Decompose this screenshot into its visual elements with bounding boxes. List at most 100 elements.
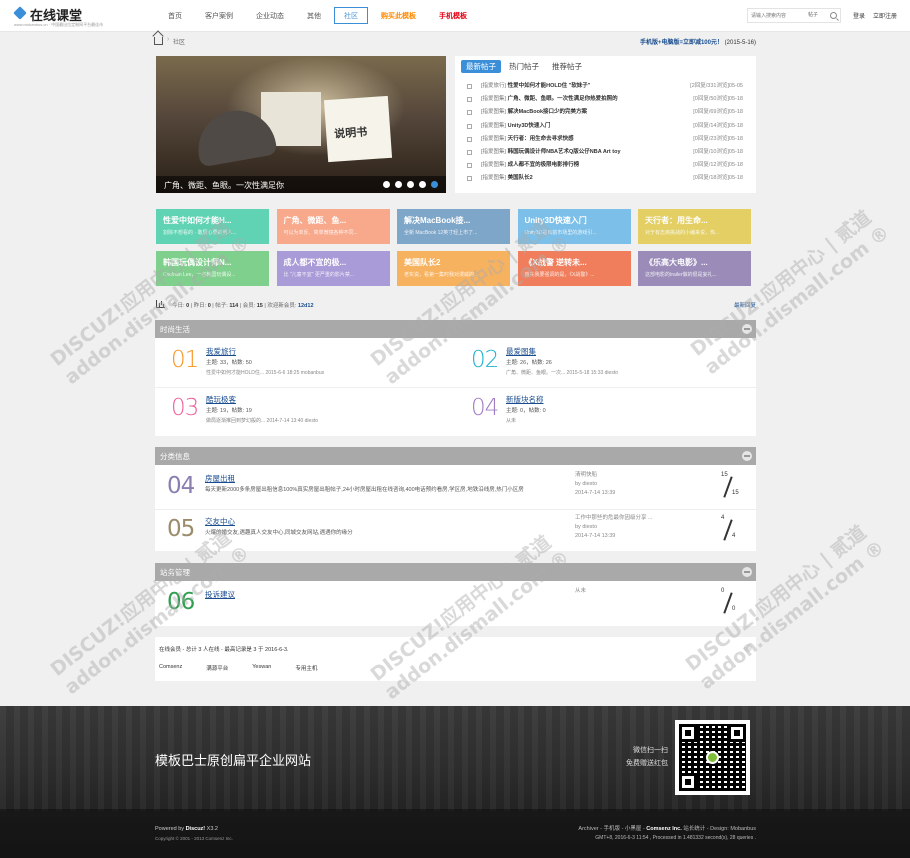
- forum-name-link[interactable]: 新版块名称: [506, 394, 544, 405]
- nav-community[interactable]: 社区: [334, 7, 368, 24]
- post-title[interactable]: [指爱图集] 美国队长2: [481, 172, 533, 185]
- forum-row[interactable]: 04 房屋出租 每天更新2000多条房屋出租信息100%真实房屋出租帖子,24小时房…: [155, 467, 756, 509]
- search-input[interactable]: [748, 9, 806, 22]
- forum-name-link[interactable]: 房屋出租: [205, 473, 235, 484]
- collapse-icon[interactable]: [742, 567, 752, 577]
- featured-tile[interactable]: 天行者：用生命... 对于有志疾挑战的小编来说，热...: [638, 209, 751, 244]
- section-title[interactable]: 分类信息: [160, 451, 190, 462]
- slide-dot-2[interactable]: [395, 181, 402, 188]
- section-title[interactable]: 时尚生活: [160, 324, 190, 335]
- tab-recommended-posts[interactable]: 推荐帖子: [547, 60, 587, 73]
- forum-item[interactable]: 04 新版块名称 主题: 0，帖数: 0 从未: [455, 386, 755, 436]
- featured-tile[interactable]: 性爱中如何才能H... 割除不想看的 · 敢厨心要的男人...: [156, 209, 269, 244]
- slide-dot-4[interactable]: [419, 181, 426, 188]
- online-member[interactable]: 满源平台: [206, 664, 228, 672]
- forum-item[interactable]: 01 我爱旅行 主题: 33，帖数: 50 性爱中如何才能HOLD住... 2015-…: [155, 338, 455, 388]
- featured-tile[interactable]: 韩国玩偶设计师N... Coolrain Lee，一名韩国玩偶设...: [156, 251, 269, 286]
- image-slider[interactable]: 说明书 广角、微距、鱼眼。一次性满足你: [156, 56, 446, 193]
- announcement-text[interactable]: 手机版+电脑版=立即减100元！: [640, 40, 723, 46]
- site-logo[interactable]: 在线课堂 www.mobanbus.cn · 中国最出位定制网平台最佳市: [13, 5, 154, 29]
- forum-name-link[interactable]: 交友中心: [205, 516, 235, 527]
- nav-news[interactable]: 企业动态: [246, 7, 294, 24]
- forum-last-post[interactable]: 从未: [575, 587, 586, 596]
- post-title[interactable]: [指爱图集] 解决MacBook接口少的完美方案: [481, 106, 587, 119]
- forum-last-post[interactable]: 清明快船 by diesto 2014-7-14 13:39: [575, 471, 615, 498]
- slide-dot-5[interactable]: [431, 181, 438, 188]
- forum-item[interactable]: 03 酷玩极客 主题: 19，帖数: 19 做局逐渐推回到梦幻般的... 2014-7…: [155, 386, 455, 436]
- forum-name-link[interactable]: 投诉建议: [205, 589, 235, 600]
- forum-last-post[interactable]: 做局逐渐推回到梦幻般的... 2014-7-14 13:40 diesto: [206, 417, 318, 424]
- forum-stats: 今日: 0 | 昨日: 0 | 帖子: 114 | 会员: 15 | 欢迎新会员…: [156, 300, 756, 310]
- online-member[interactable]: Yeswan: [252, 664, 271, 672]
- forum-last-post[interactable]: 从未: [506, 417, 516, 424]
- collapse-icon[interactable]: [744, 644, 752, 652]
- nav-mobile-template[interactable]: 手机模板: [429, 7, 477, 24]
- post-icon: [467, 84, 472, 89]
- post-stats: [2回复/331浏览]: [690, 83, 729, 89]
- announcement[interactable]: 手机版+电脑版=立即减100元！ (2015-5-16): [640, 37, 756, 46]
- register-link[interactable]: 立即注册: [873, 11, 897, 20]
- forum-last-post[interactable]: 广角、微距、鱼眼。一次... 2015-5-18 15:33 diesto: [506, 369, 618, 376]
- post-title[interactable]: [指爱图集] 成人都不宜的极限电影排行榜: [481, 159, 579, 172]
- tile-description: 全新 MacBook 12英寸轻上市了...: [404, 230, 478, 236]
- posts-tabs: 最新帖子 热门帖子 推荐帖子: [461, 60, 590, 74]
- tile-title: 性爱中如何才能H...: [163, 216, 232, 225]
- post-item[interactable]: [指爱图集] 解决MacBook接口少的完美方案 [0回复/69浏览] 05-18: [467, 106, 747, 119]
- post-item[interactable]: [指爱图集] 韩国玩偶设计师NBA艺术Q版公仔NBA Art toy [0回复/1…: [467, 146, 747, 159]
- tab-hot-posts[interactable]: 热门帖子: [504, 60, 544, 73]
- featured-tile[interactable]: 广角、微距、鱼... 可以为单反、简单微镜各种不同...: [276, 209, 390, 244]
- featured-tile[interactable]: 美国队长2 老实说，看第一集时我对漫威的...: [397, 251, 510, 286]
- post-title[interactable]: [指爱图集] Unity3D快速入门: [481, 120, 550, 133]
- nav-other[interactable]: 其他: [297, 7, 331, 24]
- footer-links[interactable]: Archiver - 手机版 - 小黑屋 - Comsenz Inc. 站长统计…: [578, 824, 756, 832]
- featured-tile[interactable]: 成人都不宜的极... 比 "儿童不宜" 更严重的影片禁...: [276, 251, 390, 286]
- post-item[interactable]: [指爱图集] 天行者：用生命去寻求快感 [0回复/23浏览] 05-18: [467, 133, 747, 146]
- post-title[interactable]: [指爱图集] 天行者：用生命去寻求快感: [481, 133, 574, 146]
- post-title[interactable]: [指爱图集] 广角、微距、鱼眼。一次性满足你热爱拍照的: [481, 93, 618, 106]
- login-link[interactable]: 登录: [853, 11, 865, 20]
- home-icon[interactable]: [154, 37, 163, 45]
- post-item[interactable]: [指爱旅行] 性爱中如何才能HOLD住 "软妹子" [2回复/331浏览] 05-0…: [467, 80, 747, 93]
- forum-name-link[interactable]: 我爱旅行: [206, 346, 236, 357]
- featured-tile[interactable]: 《乐高大电影》... 这部电影的trailer做的很是妄礼...: [638, 251, 751, 286]
- online-member[interactable]: Comsenz: [159, 664, 182, 672]
- post-item[interactable]: [指爱图集] 成人都不宜的极限电影排行榜 [0回复/12浏览] 05-18: [467, 159, 747, 172]
- forum-name-link[interactable]: 酷玩极客: [206, 394, 236, 405]
- nav-cases[interactable]: 客户案例: [195, 7, 243, 24]
- forum-name-link[interactable]: 最爱图集: [506, 346, 536, 357]
- forum-item[interactable]: 02 最爱图集 主题: 26，帖数: 26 广角、微距、鱼眼。一次... 2015-5…: [455, 338, 755, 388]
- latest-replies-link[interactable]: 最新回复: [734, 301, 756, 309]
- collapse-icon[interactable]: [742, 324, 752, 334]
- forum-counts: 主题: 33，帖数: 50: [206, 360, 252, 366]
- forum-last-post[interactable]: 工作中那些的危最你因级分享 ... by diesto 2014-7-14 13:3…: [575, 514, 653, 541]
- slide-dot-3[interactable]: [407, 181, 414, 188]
- slide-caption-bar: 广角、微距、鱼眼。一次性满足你: [156, 176, 446, 193]
- collapse-icon[interactable]: [742, 451, 752, 461]
- forum-row[interactable]: 06 投诉建议 从未 0 0: [155, 583, 756, 625]
- breadcrumb-current[interactable]: 社区: [173, 37, 185, 46]
- post-title[interactable]: [指爱旅行] 性爱中如何才能HOLD住 "软妹子": [481, 80, 590, 93]
- tab-latest-posts[interactable]: 最新帖子: [461, 60, 501, 73]
- section-title[interactable]: 站务管理: [160, 567, 190, 578]
- slide-dot-1[interactable]: [383, 181, 390, 188]
- featured-tile[interactable]: Unity3D快速入门 Unity3D是目前市场里的游戏引...: [517, 209, 631, 244]
- post-date: 05-18: [728, 148, 743, 155]
- discuz-link[interactable]: Discuz!: [186, 826, 206, 832]
- newest-member-link[interactable]: 12d12: [298, 303, 314, 309]
- forum-row[interactable]: 05 交友中心 火爆的婚交友,遇趣真人交友中心,同城交友网站,遇遇你的缘分 工作中那些…: [155, 510, 756, 552]
- featured-tile[interactable]: 《X战警 逆转未... 首先我要强调的是，《X战警》...: [517, 251, 631, 286]
- post-item[interactable]: [指爱图集] Unity3D快速入门 [0回复/14浏览] 05-18: [467, 120, 747, 133]
- featured-tile[interactable]: 解决MacBook接... 全新 MacBook 12英寸轻上市了...: [397, 209, 510, 244]
- post-item[interactable]: [指爱图集] 广角、微距、鱼眼。一次性满足你热爱拍照的 [0回复/50浏览] 05-…: [467, 93, 747, 106]
- wechat-logo-icon: [706, 751, 719, 764]
- forum-last-post[interactable]: 性爱中如何才能HOLD住... 2015-6-6 18:25 mobanbus: [206, 369, 324, 376]
- post-title[interactable]: [指爱图集] 韩国玩偶设计师NBA艺术Q版公仔NBA Art toy: [481, 146, 621, 159]
- nav-buy-template[interactable]: 购买此模板: [371, 7, 426, 24]
- search-icon[interactable]: [830, 12, 837, 19]
- search-scope-select[interactable]: 帖子: [808, 11, 818, 18]
- post-item[interactable]: [指爱图集] 美国队长2 [0回复/18浏览] 05-18: [467, 172, 747, 185]
- slide-caption[interactable]: 广角、微距、鱼眼。一次性满足你: [164, 180, 284, 191]
- tile-title: 韩国玩偶设计师N...: [163, 258, 232, 267]
- nav-home[interactable]: 首页: [158, 7, 192, 24]
- online-member[interactable]: 专用主机: [295, 664, 317, 672]
